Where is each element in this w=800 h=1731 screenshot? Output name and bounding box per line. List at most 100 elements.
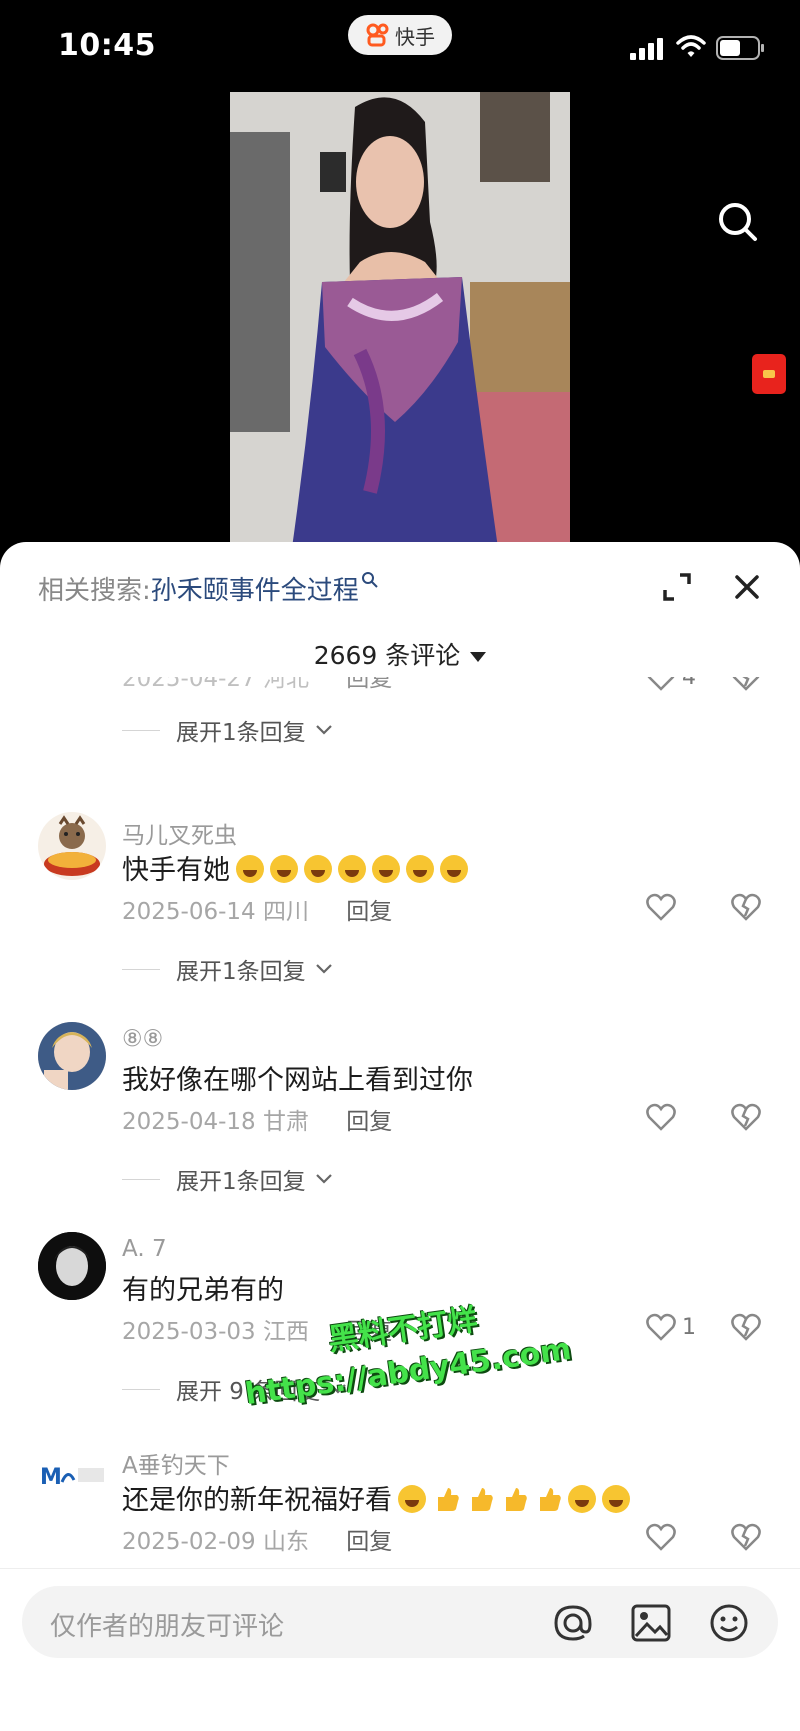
broken-heart-icon[interactable] [730, 1312, 762, 1342]
comment-location: 甘肃 [262, 1109, 309, 1135]
expand-replies[interactable]: 展开1条回复 [122, 1162, 334, 1196]
like-button[interactable] [646, 1522, 676, 1552]
comment-location: 四川 [262, 899, 309, 925]
thumbs-up-emoji-icon [438, 1488, 459, 1511]
laugh-emoji-icon [270, 855, 298, 883]
laugh-emoji-icon [406, 855, 434, 883]
comment-text: 我好像在哪个网站上看到过你 [122, 1065, 473, 1096]
reply-button[interactable]: 回复 [346, 899, 392, 925]
related-search-keyword[interactable]: 孙禾颐事件全过程 [151, 576, 359, 606]
status-bar: 10:45 快手 [0, 0, 800, 90]
comment-count: 2669 条评论 [313, 641, 461, 670]
comment-count-sort[interactable]: 2669 条评论 [0, 636, 800, 672]
avatar[interactable]: M [38, 1442, 106, 1510]
input-divider [0, 1568, 800, 1569]
like-button[interactable]: 1 [646, 1312, 696, 1342]
search-icon[interactable] [716, 200, 760, 244]
expand-replies-label: 展开1条回复 [176, 720, 306, 746]
kuaishou-logo-icon [366, 23, 389, 47]
heart-icon [646, 1523, 676, 1551]
laugh-emoji-icon [304, 855, 332, 883]
video-thumbnail[interactable] [230, 92, 570, 562]
divider-line [122, 729, 160, 731]
comment-username[interactable]: ⑧⑧ [122, 1026, 163, 1052]
comment-list[interactable]: 2025-04-27 河北 回复 4 展开1条回复 马儿叉死虫 快手有她 202… [0, 677, 800, 1557]
smile-emoji-icon [568, 1485, 596, 1513]
comment-input[interactable]: 仅作者的朋友可评论 [22, 1586, 778, 1658]
battery-icon [716, 36, 764, 60]
like-button[interactable]: 4 [646, 677, 696, 692]
video-player[interactable] [0, 90, 800, 562]
comment-meta: 2025-04-27 河北 回复 [122, 677, 392, 693]
heart-icon [646, 1313, 676, 1341]
signal-icon [630, 38, 663, 60]
caret-down-icon [470, 652, 487, 662]
expand-replies[interactable]: 展开1条回复 [122, 952, 334, 986]
comment-location: 河北 [262, 677, 309, 692]
avatar-image [38, 1022, 106, 1090]
thumbs-up-emoji-icon [472, 1488, 493, 1511]
like-count: 4 [682, 677, 696, 690]
laugh-emoji-icon [440, 855, 468, 883]
expand-replies[interactable]: 展开1条回复 [122, 713, 334, 747]
avatar-image [38, 1232, 106, 1300]
comment-text-content: 快手有她 [122, 855, 230, 886]
comments-panel: 相关搜索:孙禾颐事件全过程 2669 条评论 2025-04-27 河北 回复 … [0, 542, 800, 1731]
expand-icon[interactable] [662, 572, 692, 602]
avatar-image [44, 815, 100, 876]
avatar-image: M [40, 1465, 104, 1490]
broken-heart-icon[interactable] [730, 1522, 762, 1552]
image-icon[interactable] [630, 1602, 672, 1644]
comment-text: 快手有她 [122, 848, 468, 887]
broken-heart-icon[interactable] [730, 892, 762, 922]
related-search-label: 相关搜索: [38, 576, 151, 606]
thumbs-up-emoji-icon [540, 1488, 561, 1511]
like-count: 1 [682, 1314, 696, 1340]
thumbs-up-emoji-icon [506, 1488, 527, 1511]
avatar[interactable] [38, 1232, 106, 1300]
divider-line [122, 968, 160, 970]
comment-username[interactable]: A. 7 [122, 1236, 167, 1262]
comment-date: 2025-02-09 [122, 1529, 256, 1555]
related-search[interactable]: 相关搜索:孙禾颐事件全过程 [38, 570, 379, 607]
comment-text: 还是你的新年祝福好看 [122, 1478, 630, 1517]
reply-button[interactable]: 回复 [346, 1109, 392, 1135]
comment-meta: 2025-04-18 甘肃 回复 [122, 1102, 392, 1136]
close-icon[interactable] [732, 572, 762, 602]
laugh-cry-emoji-icon [602, 1485, 630, 1513]
reply-button[interactable]: 回复 [346, 1529, 392, 1555]
reply-button[interactable]: 回复 [346, 677, 392, 692]
app-name: 快手 [395, 24, 435, 49]
avatar[interactable] [38, 1022, 106, 1090]
chevron-down-icon [315, 1174, 332, 1184]
comment-text: 有的兄弟有的 [122, 1275, 284, 1306]
expand-replies-label: 展开1条回复 [176, 1169, 306, 1195]
broken-heart-icon[interactable] [730, 677, 762, 692]
like-button[interactable] [646, 1102, 676, 1132]
comment-meta: 2025-02-09 山东 回复 [122, 1522, 392, 1556]
comment-username[interactable]: 马儿叉死虫 [122, 816, 237, 850]
like-button[interactable] [646, 892, 676, 922]
chevron-down-icon [315, 725, 332, 735]
at-icon[interactable] [552, 1602, 594, 1644]
redpacket-icon[interactable] [752, 354, 786, 394]
grin-emoji-icon [398, 1485, 426, 1513]
comment-date: 2025-06-14 [122, 899, 256, 925]
small-search-icon [361, 572, 378, 589]
comment-text-content: 还是你的新年祝福好看 [122, 1485, 392, 1516]
app-indicator[interactable]: 快手 [348, 15, 452, 55]
emoji-icon[interactable] [708, 1602, 750, 1644]
comment-meta: 2025-06-14 四川 回复 [122, 892, 392, 926]
laugh-emoji-icon [372, 855, 400, 883]
laugh-emoji-icon [338, 855, 366, 883]
avatar[interactable] [38, 812, 106, 880]
heart-icon [647, 677, 675, 691]
comment-location: 山东 [262, 1529, 309, 1555]
expand-replies-label: 展开1条回复 [176, 959, 306, 985]
comment-username[interactable]: A垂钓天下 [122, 1446, 230, 1480]
chevron-down-icon [315, 964, 332, 974]
heart-icon [646, 1103, 676, 1131]
divider-line [122, 1178, 160, 1180]
broken-heart-icon[interactable] [730, 1102, 762, 1132]
clock: 10:45 [58, 28, 156, 63]
